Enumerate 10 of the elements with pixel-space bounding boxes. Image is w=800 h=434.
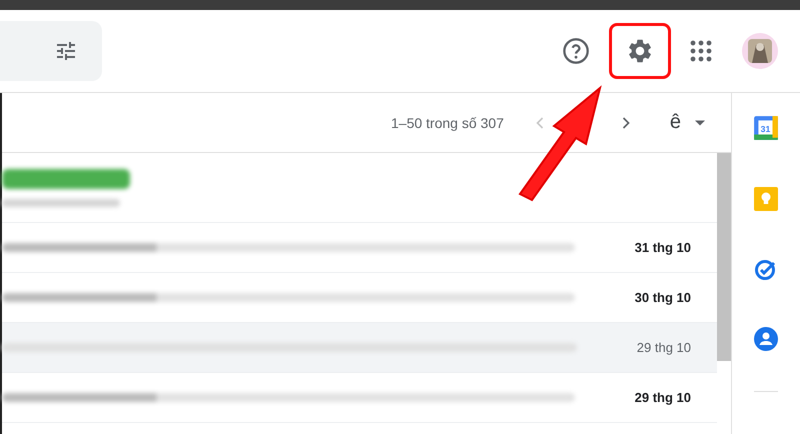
- email-date: 30 thg 10: [634, 290, 691, 305]
- email-row[interactable]: 29 thg 10: [2, 323, 717, 373]
- email-date: 29 thg 10: [636, 340, 691, 355]
- email-row[interactable]: 29 thg 10: [2, 373, 717, 423]
- input-tools-button[interactable]: ê: [652, 111, 705, 134]
- email-date: 29 thg 10: [634, 390, 691, 405]
- page-range: 1–50 trong số 307: [391, 114, 504, 130]
- email-date: 31 thg 10: [634, 240, 691, 255]
- calendar-icon[interactable]: 31: [753, 115, 779, 141]
- email-row[interactable]: 31 thg 10: [2, 223, 717, 273]
